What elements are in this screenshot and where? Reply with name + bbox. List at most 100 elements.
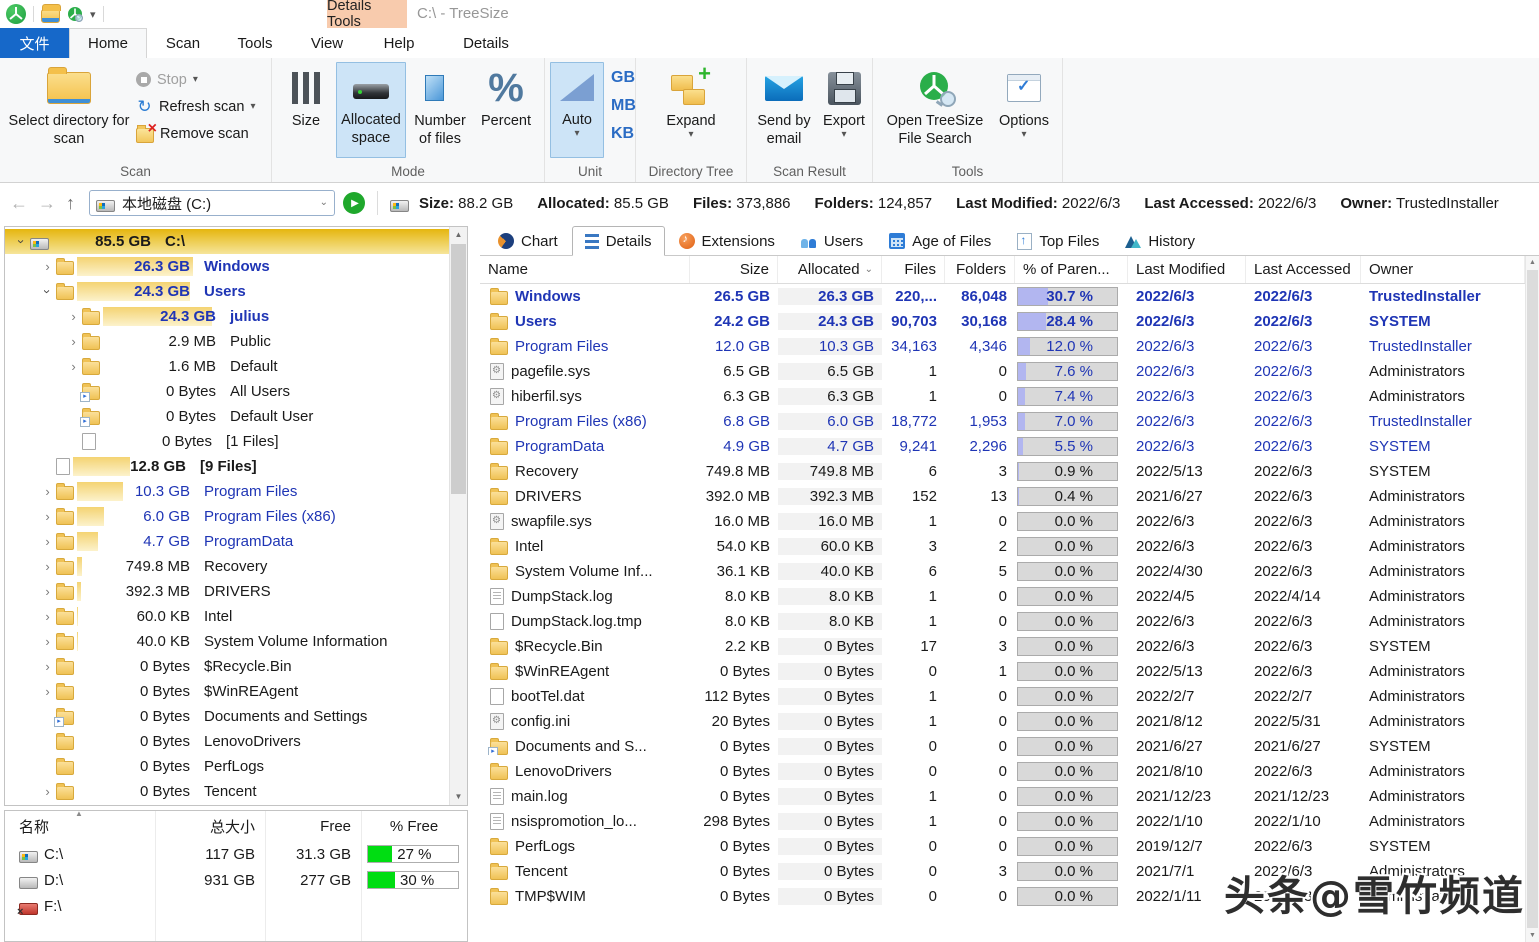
options-button[interactable]: Options ▾ <box>993 64 1055 140</box>
size-mode-button[interactable]: Size <box>280 64 332 130</box>
table-row[interactable]: PerfLogs 0 Bytes 0 Bytes 0 0 0.0 % 2019/… <box>480 834 1525 859</box>
chevron-collapsed-icon[interactable]: › <box>39 259 56 274</box>
tree-row[interactable]: › 26.3 GB Windows <box>5 254 449 279</box>
back-button[interactable]: ← <box>10 193 28 214</box>
table-row[interactable]: LenovoDrivers 0 Bytes 0 Bytes 0 0 0.0 % … <box>480 759 1525 784</box>
table-row[interactable]: swapfile.sys 16.0 MB 16.0 MB 1 0 0.0 % 2… <box>480 509 1525 534</box>
chevron-collapsed-icon[interactable]: › <box>39 684 56 699</box>
export-button[interactable]: Export ▾ <box>819 64 869 140</box>
table-row[interactable]: ProgramData 4.9 GB 4.7 GB 9,241 2,296 5.… <box>480 434 1525 459</box>
gb-unit-button[interactable]: GB <box>607 64 636 92</box>
table-row[interactable]: bootTel.dat 112 Bytes 0 Bytes 1 0 0.0 % … <box>480 684 1525 709</box>
drives-col-pctfree[interactable]: % Free <box>361 818 467 835</box>
start-scan-button[interactable]: ▶ <box>343 192 365 214</box>
tree-row[interactable]: 0 Bytes LenovoDrivers <box>5 729 449 754</box>
chevron-collapsed-icon[interactable]: › <box>39 584 56 599</box>
table-row[interactable]: Program Files 12.0 GB 10.3 GB 34,163 4,3… <box>480 334 1525 359</box>
chevron-collapsed-icon[interactable]: › <box>39 659 56 674</box>
chevron-collapsed-icon[interactable]: › <box>39 609 56 624</box>
tree-row[interactable]: › 749.8 MB Recovery <box>5 554 449 579</box>
tree-row[interactable]: 0 Bytes [1 Files] <box>5 429 449 454</box>
tree-row[interactable]: › 10.3 GB Program Files <box>5 479 449 504</box>
auto-unit-button[interactable]: Auto ▾ <box>550 62 604 158</box>
tree-row[interactable]: 0 Bytes PerfLogs <box>5 754 449 779</box>
forward-button[interactable]: → <box>38 193 56 214</box>
percent-mode-button[interactable]: % Percent <box>476 64 536 130</box>
table-row[interactable]: System Volume Inf... 36.1 KB 40.0 KB 6 5… <box>480 559 1525 584</box>
select-directory-button[interactable]: Select directory for scan <box>6 64 132 148</box>
tree-scrollbar[interactable]: ▲ ▼ <box>449 227 467 805</box>
tree-row[interactable]: › 24.3 GB julius <box>5 304 449 329</box>
table-row[interactable]: Recovery 749.8 MB 749.8 MB 6 3 0.9 % 202… <box>480 459 1525 484</box>
table-row[interactable]: hiberfil.sys 6.3 GB 6.3 GB 1 0 7.4 % 202… <box>480 384 1525 409</box>
table-row[interactable]: DumpStack.log 8.0 KB 8.0 KB 1 0 0.0 % 20… <box>480 584 1525 609</box>
table-row[interactable]: nsispromotion_lo... 298 Bytes 0 Bytes 1 … <box>480 809 1525 834</box>
chevron-collapsed-icon[interactable]: › <box>39 534 56 549</box>
details-col-size[interactable]: Size <box>690 256 778 283</box>
tab-top-files[interactable]: Top Files <box>1005 227 1111 255</box>
expand-button[interactable]: + Expand ▾ <box>654 64 728 140</box>
menu-tab-View[interactable]: View <box>291 28 363 58</box>
drive-combobox[interactable]: 本地磁盘 (C:) ⌄ <box>89 190 335 216</box>
menu-tab-Details[interactable]: Details <box>446 28 526 58</box>
menu-tab-Help[interactable]: Help <box>363 28 435 58</box>
table-row[interactable]: $WinREAgent 0 Bytes 0 Bytes 0 1 0.0 % 20… <box>480 659 1525 684</box>
tree-row[interactable]: 12.8 GB [9 Files] <box>5 454 449 479</box>
tree-row[interactable]: › 0 Bytes $Recycle.Bin <box>5 654 449 679</box>
scroll-down-arrow[interactable]: ▼ <box>450 789 467 805</box>
customize-toolbar-caret[interactable]: ▾ <box>90 8 96 21</box>
menu-tab-Home[interactable]: Home <box>69 28 147 58</box>
chevron-expanded-icon[interactable]: › <box>14 233 29 250</box>
details-col-name[interactable]: Name <box>480 256 690 283</box>
tree-row[interactable]: 0 Bytes All Users <box>5 379 449 404</box>
scroll-up-arrow[interactable]: ▲ <box>450 227 467 243</box>
drive-row[interactable]: D:\ 931 GB 277 GB 30 % <box>5 867 467 893</box>
table-row[interactable]: config.ini 20 Bytes 0 Bytes 1 0 0.0 % 20… <box>480 709 1525 734</box>
chevron-collapsed-icon[interactable]: › <box>39 484 56 499</box>
stop-button[interactable]: Stop▾ <box>136 66 255 93</box>
table-row[interactable]: DumpStack.log.tmp 8.0 KB 8.0 KB 1 0 0.0 … <box>480 609 1525 634</box>
details-col-files[interactable]: Files <box>882 256 945 283</box>
tree-row[interactable]: › 60.0 KB Intel <box>5 604 449 629</box>
details-scrollbar[interactable]: ▲ ▼ <box>1525 256 1539 942</box>
tree-row[interactable]: › 24.3 GB Users <box>5 279 449 304</box>
up-button[interactable]: ↑ <box>66 193 75 214</box>
scrollbar-thumb[interactable] <box>1527 270 1538 928</box>
table-row[interactable]: $Recycle.Bin 2.2 KB 0 Bytes 17 3 0.0 % 2… <box>480 634 1525 659</box>
select-directory-quick-icon[interactable] <box>41 9 60 23</box>
table-row[interactable]: Program Files (x86) 6.8 GB 6.0 GB 18,772… <box>480 409 1525 434</box>
scroll-down-arrow[interactable]: ▼ <box>1526 929 1539 942</box>
drives-col-name[interactable]: 名称 <box>5 816 155 837</box>
tab-age-of-files[interactable]: Age of Files <box>877 227 1003 255</box>
tree-row[interactable]: › 0 Bytes $WinREAgent <box>5 679 449 704</box>
table-row[interactable]: pagefile.sys 6.5 GB 6.5 GB 1 0 7.6 % 202… <box>480 359 1525 384</box>
chevron-collapsed-icon[interactable]: › <box>65 334 82 349</box>
chevron-collapsed-icon[interactable]: › <box>65 359 82 374</box>
tab-history[interactable]: History <box>1113 227 1207 255</box>
table-row[interactable]: Documents and S... 0 Bytes 0 Bytes 0 0 0… <box>480 734 1525 759</box>
chevron-expanded-icon[interactable]: › <box>40 283 55 300</box>
tree-row[interactable]: 0 Bytes Documents and Settings <box>5 704 449 729</box>
tab-users[interactable]: Users <box>789 227 875 255</box>
menu-tab-Tools[interactable]: Tools <box>219 28 291 58</box>
tree-row[interactable]: › 4.7 GB ProgramData <box>5 529 449 554</box>
chevron-collapsed-icon[interactable]: › <box>39 509 56 524</box>
table-row[interactable]: main.log 0 Bytes 0 Bytes 1 0 0.0 % 2021/… <box>480 784 1525 809</box>
open-file-search-button[interactable]: Open TreeSize File Search <box>879 64 991 148</box>
chevron-collapsed-icon[interactable]: › <box>39 634 56 649</box>
drives-col-total[interactable]: 总大小 <box>155 816 265 837</box>
kb-unit-button[interactable]: KB <box>607 120 636 148</box>
drives-col-free[interactable]: Free <box>265 818 361 835</box>
tree-row[interactable]: 0 Bytes Default User <box>5 404 449 429</box>
details-col-lastaccessed[interactable]: Last Accessed <box>1246 256 1361 283</box>
tab-extensions[interactable]: Extensions <box>667 227 787 255</box>
tree-row[interactable]: › 1.6 MB Default <box>5 354 449 379</box>
scroll-up-arrow[interactable]: ▲ <box>1526 256 1539 269</box>
tab-chart[interactable]: Chart <box>486 227 570 255</box>
allocated-space-button[interactable]: Allocated space <box>336 62 406 158</box>
tree-row[interactable]: › 392.3 MB DRIVERS <box>5 579 449 604</box>
tree-row[interactable]: › 40.0 KB System Volume Information <box>5 629 449 654</box>
file-search-quick-icon[interactable] <box>67 6 83 22</box>
number-of-files-button[interactable]: Number of files <box>408 64 472 148</box>
table-row[interactable]: Users 24.2 GB 24.3 GB 90,703 30,168 28.4… <box>480 309 1525 334</box>
